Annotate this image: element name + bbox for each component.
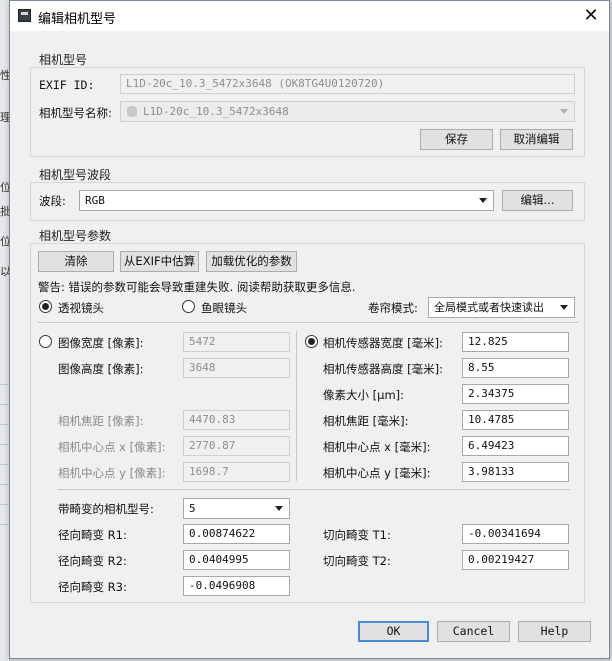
- r3-label: 径向畸变 R3:: [58, 580, 127, 594]
- estimate-from-exif-button[interactable]: 从EXIF中估算: [120, 251, 199, 272]
- fisheye-radio[interactable]: [182, 300, 195, 313]
- pixel-size-field[interactable]: 2.34375: [462, 384, 569, 404]
- close-icon[interactable]: ✕: [578, 4, 604, 28]
- pixel-size-label: 像素大小 [μm]:: [323, 388, 405, 402]
- exif-id-label: EXIF ID:: [39, 78, 95, 92]
- model-name-combo[interactable]: L1D-20c_10.3_5472x3648: [120, 101, 575, 122]
- distortion-model-combo[interactable]: 5: [183, 498, 290, 519]
- t1-field[interactable]: -0.00341694: [462, 524, 569, 544]
- cy-px-label: 相机中心点 y [像素]:: [58, 466, 166, 480]
- r3-field[interactable]: -0.0496908: [183, 576, 290, 596]
- shutter-mode-label: 卷帘模式:: [368, 301, 418, 315]
- title-bar: 编辑相机型号 ✕: [10, 1, 609, 31]
- image-width-field[interactable]: 5472: [183, 332, 290, 352]
- distortion-model-label: 带畸变的相机型号:: [58, 502, 154, 516]
- chevron-down-icon: [560, 109, 568, 114]
- focal-mm-field[interactable]: 10.4785: [462, 410, 569, 430]
- app-icon: [18, 9, 31, 22]
- cancel-button[interactable]: Cancel: [437, 621, 510, 642]
- focal-px-label: 相机焦距 [像素]:: [58, 414, 144, 428]
- column-divider: [296, 331, 297, 481]
- image-height-field[interactable]: 3648: [183, 358, 290, 378]
- t1-label: 切向畸变 T1:: [323, 528, 391, 542]
- database-icon: [127, 106, 137, 117]
- cx-px-field[interactable]: 2770.87: [183, 436, 290, 456]
- cy-mm-label: 相机中心点 y [毫米]:: [323, 466, 431, 480]
- r2-label: 径向畸变 R2:: [58, 554, 127, 568]
- sensor-width-label: 相机传感器宽度 [毫米]:: [323, 336, 444, 350]
- band-value: RGB: [85, 194, 105, 207]
- load-optimized-button[interactable]: 加载优化的参数: [206, 251, 297, 272]
- t2-label: 切向畸变 T2:: [323, 554, 391, 568]
- chevron-down-icon: [560, 305, 568, 310]
- band-edit-button[interactable]: 编辑...: [502, 190, 573, 211]
- divider: [58, 489, 570, 490]
- exif-id-field[interactable]: L1D-20c_10.3_5472x3648 (OK8TG4U0120720): [120, 74, 575, 94]
- clear-button[interactable]: 清除: [38, 251, 114, 272]
- distortion-model-value: 5: [189, 502, 196, 515]
- params-group-title: 相机型号参数: [39, 229, 112, 243]
- t2-field[interactable]: 0.00219427: [462, 550, 569, 570]
- band-group-title: 相机型号波段: [39, 168, 112, 182]
- focal-mm-label: 相机焦距 [毫米]:: [323, 414, 409, 428]
- pixel-units-radio[interactable]: [39, 335, 52, 348]
- image-height-label: 图像高度 [像素]:: [58, 362, 144, 376]
- perspective-label: 透视镜头: [58, 301, 104, 315]
- cx-mm-label: 相机中心点 x [毫米]:: [323, 440, 431, 454]
- dialog-title: 编辑相机型号: [38, 12, 117, 27]
- help-button[interactable]: Help: [518, 621, 591, 642]
- shutter-mode-combo[interactable]: 全局模式或者快速读出: [428, 297, 575, 318]
- r2-field[interactable]: 0.0404995: [183, 550, 290, 570]
- chevron-down-icon: [275, 506, 283, 511]
- model-group-title: 相机型号: [39, 53, 88, 67]
- cancel-edit-button[interactable]: 取消编辑: [500, 129, 573, 150]
- band-label: 波段:: [39, 194, 66, 208]
- focal-px-field[interactable]: 4470.83: [183, 410, 290, 430]
- image-width-label: 图像宽度 [像素]:: [58, 336, 144, 350]
- edit-camera-model-dialog: 编辑相机型号 ✕ 相机型号 EXIF ID: L1D-20c_10.3_5472…: [9, 0, 610, 659]
- divider: [38, 322, 578, 323]
- ok-button[interactable]: OK: [358, 621, 429, 642]
- save-button[interactable]: 保存: [420, 129, 493, 150]
- r1-field[interactable]: 0.00874622: [183, 524, 290, 544]
- warning-text: 警告: 错误的参数可能会导致重建失败. 阅读帮助获取更多信息.: [38, 280, 356, 294]
- sensor-height-label: 相机传感器高度 [毫米]:: [323, 362, 444, 376]
- fisheye-label: 鱼眼镜头: [201, 301, 247, 315]
- sensor-width-field[interactable]: 12.825: [462, 332, 569, 352]
- chevron-down-icon: [479, 198, 487, 203]
- perspective-radio[interactable]: [39, 300, 52, 313]
- r1-label: 径向畸变 R1:: [58, 528, 127, 542]
- model-name-value: L1D-20c_10.3_5472x3648: [143, 105, 289, 118]
- band-combo[interactable]: RGB: [79, 190, 494, 211]
- cy-px-field[interactable]: 1698.7: [183, 462, 290, 482]
- shutter-mode-value: 全局模式或者快速读出: [434, 301, 544, 314]
- cy-mm-field[interactable]: 3.98133: [462, 462, 569, 482]
- cx-mm-field[interactable]: 6.49423: [462, 436, 569, 456]
- model-name-label: 相机型号名称:: [39, 106, 112, 120]
- mm-units-radio[interactable]: [305, 335, 318, 348]
- cx-px-label: 相机中心点 x [像素]:: [58, 440, 166, 454]
- sensor-height-field[interactable]: 8.55: [462, 358, 569, 378]
